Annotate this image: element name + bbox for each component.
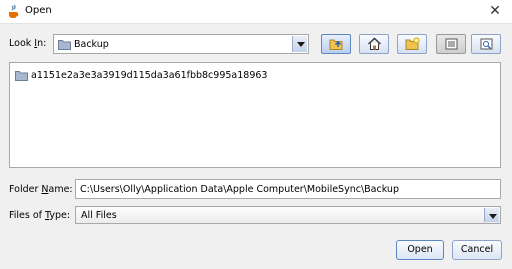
list-view-icon [445,38,458,50]
look-in-value: Backup [74,39,109,50]
folder-name-label-mnemonic: N [41,184,49,195]
folder-name-input[interactable] [75,179,501,199]
list-view-button[interactable] [436,34,466,54]
up-one-level-icon [329,39,343,50]
files-of-type-label-pre: Files of [9,210,46,221]
title-bar: Open ✕ [0,0,512,24]
files-of-type-label: Files of Type: [9,210,70,221]
close-button[interactable]: ✕ [478,0,512,24]
folder-name-label-post: ame: [48,184,73,195]
up-one-level-button[interactable] [321,34,351,54]
file-list[interactable]: a1151e2a3e3a3919d115da3a61fbb8c995a18963 [9,62,501,168]
home-button[interactable] [359,34,389,54]
list-item-label: a1151e2a3e3a3919d115da3a61fbb8c995a18963 [31,70,268,81]
details-view-icon [480,38,493,50]
files-of-type-value: All Files [81,210,117,221]
chevron-down-icon[interactable] [484,208,499,222]
home-icon [368,37,381,50]
window-title: Open [25,5,52,16]
chevron-down-icon[interactable] [292,36,307,52]
files-of-type-label-post: ype: [49,210,71,221]
look-in-label: Look In: [9,38,46,49]
look-in-label-pre: Look [9,38,35,49]
create-new-folder-icon [405,37,420,50]
folder-name-label: Folder Name: [9,184,73,195]
look-in-label-post: n: [37,38,47,49]
folder-name-label-pre: Folder [9,184,42,195]
folder-icon [15,71,28,81]
details-view-button[interactable] [471,34,501,54]
files-of-type-combo[interactable]: All Files [75,206,501,224]
open-button[interactable]: Open [396,240,444,260]
cancel-button[interactable]: Cancel [452,240,502,260]
java-coffee-cup-icon [9,4,19,18]
create-new-folder-button[interactable] [397,34,427,54]
folder-icon [58,40,71,50]
look-in-combo[interactable]: Backup [53,34,309,54]
close-icon: ✕ [489,3,501,19]
